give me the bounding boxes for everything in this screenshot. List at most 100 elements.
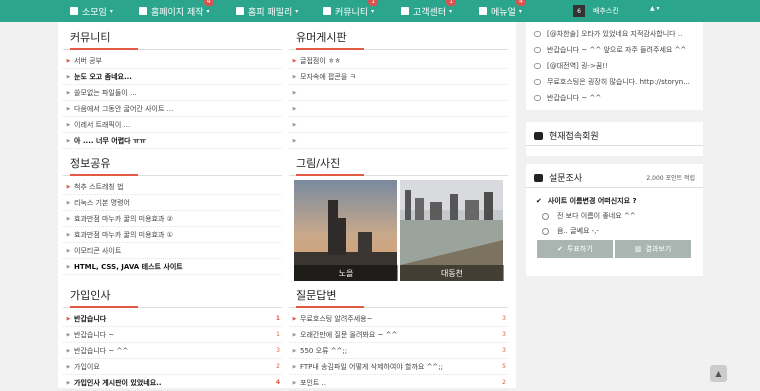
- comment-item[interactable]: 반갑습니다 ~ ^^: [526, 90, 703, 106]
- count-badge: 4: [515, 0, 526, 6]
- comment-count: 3: [276, 347, 280, 354]
- list-item[interactable]: ▶ 글접점이 ㅎㅎ: [289, 53, 508, 69]
- desktop-icon: [401, 7, 409, 15]
- list-item[interactable]: ▶ 눈도 오고 좀네요...: [63, 69, 282, 85]
- comment-count: 2: [502, 379, 506, 386]
- bullet-icon: ▶: [66, 137, 71, 144]
- user-name: 배추스킨: [593, 7, 619, 15]
- result-button[interactable]: ▥ 결과보기: [615, 240, 691, 258]
- bullet-icon: ▶: [66, 57, 71, 64]
- chevron-down-icon: ▾: [109, 7, 113, 15]
- bullet-icon: ▶: [292, 347, 297, 354]
- bar-chart-icon: [534, 173, 543, 182]
- comment-count: 3: [502, 331, 506, 338]
- list-item: ▶: [289, 117, 508, 133]
- nav-item-support[interactable]: 고객센터 ▾ 1: [401, 0, 457, 22]
- comment-icon: [534, 47, 541, 53]
- monitor-icon: [139, 7, 147, 15]
- list-item[interactable]: ▶ 아 .... 너무 어렵다 ㅠㅠ: [63, 133, 282, 149]
- bullet-icon: ▶: [66, 183, 71, 190]
- humor-section: 유머게시판 ▶ 글접점이 ㅎㅎ ▶ 모자속에 팝콘을 ㅋ ▶ ▶ ▶ ▶: [289, 26, 508, 149]
- vote-button[interactable]: ✔ 투표하기: [537, 240, 613, 258]
- list-item[interactable]: ▶ 포인트 .. 2: [289, 375, 508, 391]
- greet-section: 가입인사 ▶ 반갑습니다 1 ▶ 반갑습니다 ~1 ▶ 반갑습니다 ~ ^^ 3 ▶ 가입이…: [63, 284, 282, 391]
- comment-count: 2: [276, 363, 280, 370]
- widget-title: 설문조사 2,000 포인트 적립: [526, 168, 703, 188]
- user-menu[interactable]: 6 배추스킨: [573, 3, 619, 19]
- bullet-icon: ▶: [66, 363, 71, 370]
- list-item[interactable]: ▶ 효과만점 마누카 꿀의 미용효과 ②: [63, 211, 282, 227]
- photo-thumbnail[interactable]: 노을: [294, 180, 398, 281]
- bullet-icon: ▶: [66, 231, 71, 238]
- nav-item-community[interactable]: 커뮤니티 ▾ 1: [323, 0, 379, 22]
- list-item[interactable]: ▶ 모자속에 팝콘을 ㅋ: [289, 69, 508, 85]
- top-nav: 소모임 ▾ 홈페이지 제작 ▾ 4 홈피 패밀리 ▾ 커뮤니티 ▾ 1 고객센터 ▾ 1 메뉴얼…: [0, 0, 760, 22]
- radio-button[interactable]: [542, 227, 549, 235]
- poll-points: 2,000 포인트 적립: [646, 175, 695, 182]
- nav-item-manual[interactable]: 메뉴얼 ▾ 4: [479, 0, 526, 22]
- list-item[interactable]: ▶ 척추 스트레칭 법: [63, 179, 282, 195]
- recent-comments: [@차한솔] 오타가 있었네요 지적감사합니다 .. 반갑습니다 ~ ^^ 앞으…: [526, 22, 703, 110]
- list-item[interactable]: ▶ 쓸모없는 파일들이 ...: [63, 85, 282, 101]
- list-item[interactable]: ▶ 오래간만에 질문 올려봐요 ~ ^^ 3: [289, 327, 508, 343]
- scroll-top-button[interactable]: ▲: [710, 365, 727, 382]
- poll-question: ✔ 사이트 이름변경 어떠신지요 ?: [536, 197, 637, 205]
- list-item[interactable]: ▶ HTML, CSS, JAVA 테스트 사이트: [63, 259, 282, 275]
- list-item[interactable]: ▶ 이레서 트래픽이 ...: [63, 117, 282, 133]
- list-item[interactable]: ▶ 반갑습니다 1: [63, 311, 282, 327]
- check-circle-icon: ✔: [557, 245, 564, 253]
- poll-widget: 설문조사 2,000 포인트 적립 ✔ 사이트 이름변경 어떠신지요 ? 전 보다 …: [526, 164, 703, 276]
- chevron-up-icon: ▲: [715, 369, 722, 378]
- comment-item[interactable]: 반갑습니다 ~ ^^ 앞으로 자주 들려주세요 ^^: [526, 42, 703, 58]
- list-item[interactable]: ▶ 반갑습니다 ~1: [63, 327, 282, 343]
- list-item[interactable]: ▶ 효과만점 마누카 꿀의 미용효과 ①: [63, 227, 282, 243]
- comment-item[interactable]: [@대전역] 굉->꿈!!: [526, 58, 703, 74]
- bullet-icon: ▶: [292, 331, 297, 338]
- chevron-down-icon: ▾: [206, 7, 210, 15]
- list-item[interactable]: ▶ 리눅스 기본 명령어: [63, 195, 282, 211]
- comment-item[interactable]: 무료호스팅은 굉장히 많습니다. http://storyn...: [526, 74, 703, 90]
- list-item[interactable]: ▶ 다음에서 그동안 굶어간 사이트 ...: [63, 101, 282, 117]
- cart-icon: [323, 7, 331, 15]
- radio-button[interactable]: [542, 212, 549, 220]
- bullet-icon: ▶: [66, 199, 71, 206]
- count-badge: 1: [368, 0, 379, 6]
- poll-option[interactable]: 전 보다 이름이 좋네요 ^^: [542, 211, 703, 221]
- bar-chart-icon: ▥: [634, 245, 642, 253]
- comment-item[interactable]: [@차한솔] 오타가 있었네요 지적감사합니다 ..: [526, 26, 703, 42]
- section-title: 가입인사: [63, 284, 282, 308]
- photo-thumbnail[interactable]: 대동천: [400, 180, 504, 281]
- check-icon: ✔: [536, 197, 542, 205]
- list-item[interactable]: ▶ FTP내 송김파일 어떻게 삭제하여야 할까요 ^^;; 5: [289, 359, 508, 375]
- nav-item-somoim[interactable]: 소모임 ▾: [70, 0, 113, 22]
- main-content: 커뮤니티 ▶ 서버 공부 ▶ 눈도 오고 좀네요... ▶ 쓸모없는 파일들이 ...…: [58, 22, 516, 391]
- list-item[interactable]: ▶ 가입이요 2: [63, 359, 282, 375]
- qna-section: 질문답변 ▶ 무료호스팅 알려주세용~ 3 ▶ 오래간만에 질문 올려봐요 ~ ^^ 3…: [289, 284, 508, 391]
- info-section: 정보공유 ▶ 척추 스트레칭 법 ▶ 리눅스 기본 명령어 ▶ 효과만점 마누카 꿀의…: [63, 152, 282, 275]
- comment-count: 1: [276, 331, 280, 338]
- chevron-down-icon[interactable]: ▲ ▾: [650, 5, 660, 12]
- list-item[interactable]: ▶ 무료호스팅 알려주세용~ 3: [289, 311, 508, 327]
- photo-gallery: 노을 대동천: [294, 180, 504, 281]
- comment-count: 4: [275, 379, 280, 386]
- bullet-icon: ▶: [66, 73, 71, 80]
- section-title: 유머게시판: [289, 26, 508, 50]
- list-item: ▶: [289, 85, 508, 101]
- list-item: ▶: [289, 133, 508, 149]
- bullet-icon: ▶: [292, 121, 297, 128]
- community-section: 커뮤니티 ▶ 서버 공부 ▶ 눈도 오고 좀네요... ▶ 쓸모없는 파일들이 ...…: [63, 26, 282, 149]
- cart-icon: [236, 7, 244, 15]
- nav-item-family[interactable]: 홈피 패밀리 ▾: [236, 0, 298, 22]
- bullet-icon: ▶: [292, 137, 297, 144]
- list-item[interactable]: ▶ 반갑습니다 ~ ^^ 3: [63, 343, 282, 359]
- bullet-icon: ▶: [292, 315, 297, 322]
- list-item[interactable]: ▶ 가입인사 게시판이 있었네요.. 4: [63, 375, 282, 391]
- list-item: ▶: [289, 101, 508, 117]
- bullet-icon: ▶: [292, 105, 297, 112]
- nav-item-homepage[interactable]: 홈페이지 제작 ▾ 4: [139, 0, 214, 22]
- list-item[interactable]: ▶ 이모티콘 사이트: [63, 243, 282, 259]
- poll-option[interactable]: 음.. 글쎄요 -,-: [542, 226, 703, 236]
- list-item[interactable]: ▶ 550 오류 ^^;; 3: [289, 343, 508, 359]
- list-item[interactable]: ▶ 서버 공부: [63, 53, 282, 69]
- count-badge: 4: [203, 0, 214, 6]
